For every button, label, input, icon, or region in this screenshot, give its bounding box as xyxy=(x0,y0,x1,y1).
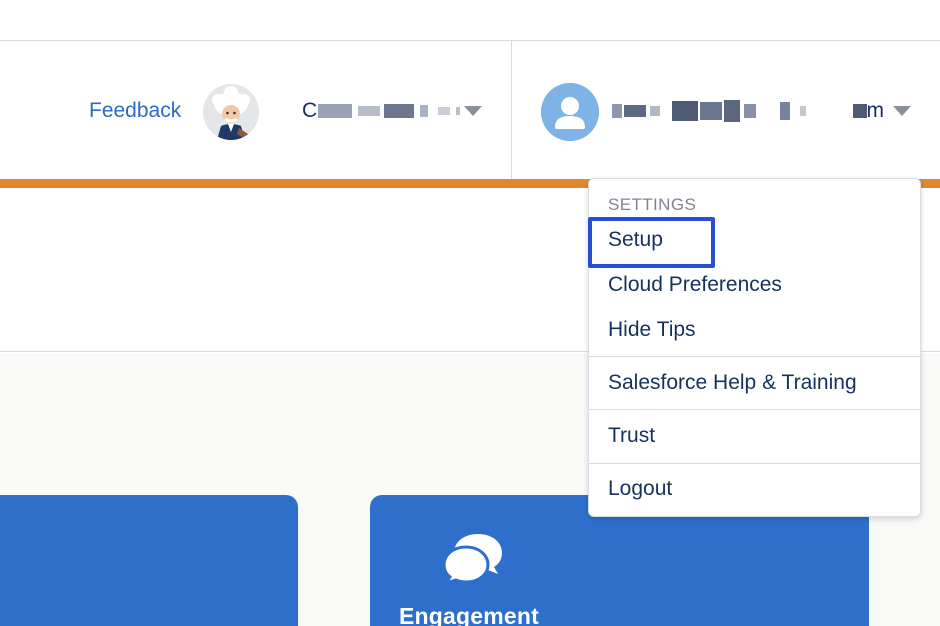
chat-bubbles-icon xyxy=(440,530,504,586)
setup-highlight-box xyxy=(588,217,715,268)
menu-item-cloud-preferences[interactable]: Cloud Preferences xyxy=(608,273,782,297)
chevron-down-icon[interactable] xyxy=(464,106,482,116)
app-card-left[interactable] xyxy=(0,495,298,626)
header-divider xyxy=(511,41,512,179)
top-strip xyxy=(0,0,940,41)
einstein-avatar-icon[interactable] xyxy=(203,84,259,140)
org-name-initial: C xyxy=(302,99,318,122)
menu-item-logout[interactable]: Logout xyxy=(608,477,672,501)
user-name-tail-text: m xyxy=(866,99,885,122)
menu-item-help-training[interactable]: Salesforce Help & Training xyxy=(608,371,857,395)
menu-item-hide-tips[interactable]: Hide Tips xyxy=(608,318,696,342)
org-name-label[interactable]: C xyxy=(302,99,460,125)
chevron-down-icon[interactable] xyxy=(893,106,911,116)
menu-divider xyxy=(589,463,920,464)
user-icon[interactable] xyxy=(541,83,599,141)
user-name-tail: m xyxy=(852,99,885,123)
user-name-label[interactable]: m xyxy=(612,99,886,125)
feedback-link[interactable]: Feedback xyxy=(89,99,181,123)
menu-divider xyxy=(589,409,920,410)
menu-divider xyxy=(589,356,920,357)
menu-item-trust[interactable]: Trust xyxy=(608,424,655,448)
engagement-card-title: Engagement xyxy=(399,603,540,626)
settings-section-label: SETTINGS xyxy=(608,195,697,214)
